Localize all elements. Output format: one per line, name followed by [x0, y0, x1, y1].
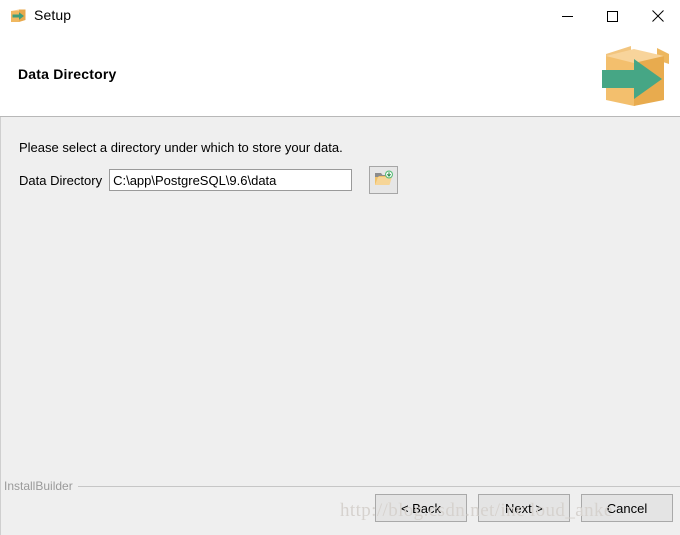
data-directory-label: Data Directory: [19, 172, 103, 188]
wizard-header: Data Directory: [0, 32, 680, 117]
installer-box-arrow-icon: [10, 8, 27, 24]
data-directory-field-row: Data Directory: [19, 166, 399, 194]
minimize-button[interactable]: [545, 0, 590, 32]
close-icon: [651, 10, 664, 22]
back-button[interactable]: < Back: [375, 494, 467, 522]
wizard-button-bar: < Back Next > Cancel: [0, 494, 680, 526]
installer-open-box-arrow-graphic: [594, 34, 672, 114]
maximize-icon: [607, 10, 618, 22]
wizard-body: Please select a directory under which to…: [0, 117, 680, 535]
page-title: Data Directory: [18, 66, 117, 82]
setup-wizard-window: Setup Data Directory Please select a dir…: [0, 0, 680, 535]
footer-divider: [78, 486, 680, 487]
close-button[interactable]: [635, 0, 680, 32]
maximize-button[interactable]: [590, 0, 635, 32]
instruction-text: Please select a directory under which to…: [19, 140, 343, 155]
minimize-icon: [562, 15, 573, 17]
cancel-button[interactable]: Cancel: [581, 494, 673, 522]
title-bar: Setup: [0, 0, 680, 32]
window-title: Setup: [34, 7, 72, 23]
data-directory-input[interactable]: [109, 169, 353, 191]
next-button[interactable]: Next >: [478, 494, 570, 522]
browse-folder-button[interactable]: [369, 166, 399, 194]
folder-browse-icon: [374, 170, 394, 191]
installbuilder-brand-label: InstallBuilder: [4, 479, 73, 493]
window-controls: [545, 0, 680, 32]
